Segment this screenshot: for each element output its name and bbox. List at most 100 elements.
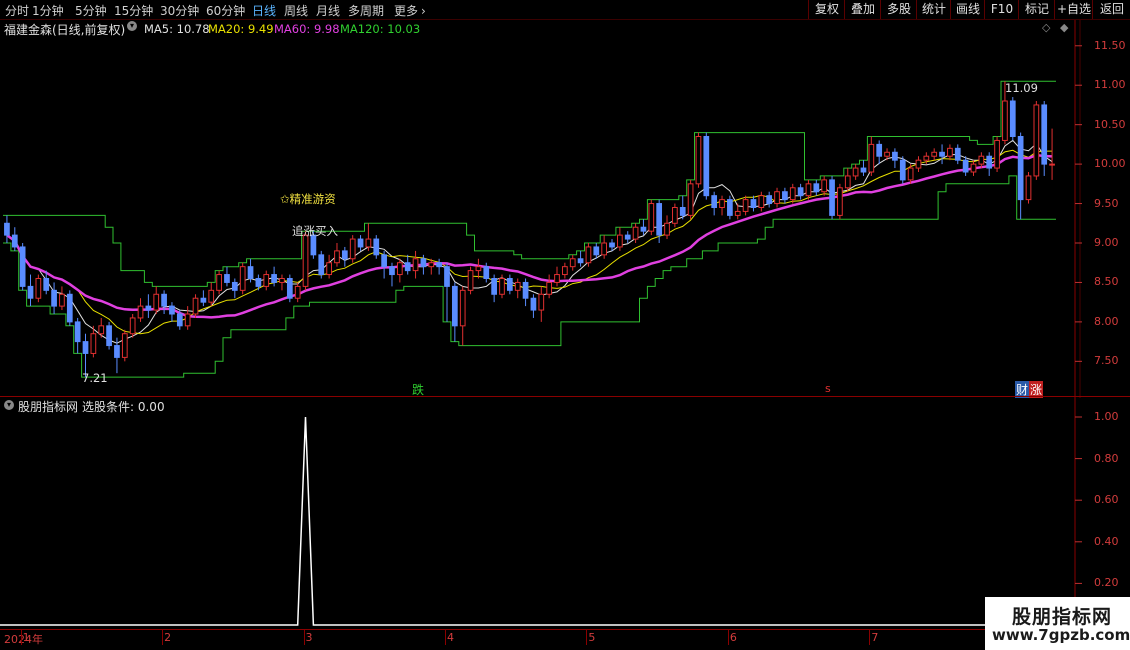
indicator-chart[interactable]: [0, 397, 1130, 629]
candle-up: [852, 167, 859, 177]
candle-down: [231, 281, 238, 291]
candle-down: [19, 246, 26, 287]
candle-down: [74, 321, 81, 343]
candle-up: [279, 278, 285, 283]
candle-down: [506, 278, 513, 291]
candle-down: [43, 278, 50, 291]
candle-up: [412, 258, 419, 272]
candle-down: [711, 195, 718, 209]
candle-down: [656, 203, 663, 236]
candle-up: [672, 207, 678, 224]
period-day[interactable]: 日线: [252, 2, 276, 19]
candle-up: [1033, 104, 1040, 177]
candle-up: [1002, 100, 1008, 141]
s-marker[interactable]: s: [825, 382, 831, 395]
candle-up: [475, 266, 482, 272]
candle-down: [750, 199, 757, 209]
candle-up: [994, 139, 1000, 169]
candle-up: [978, 155, 985, 165]
candle-up: [129, 317, 136, 335]
candle-down: [161, 293, 167, 307]
dropdown-circle-icon[interactable]: ▾: [127, 21, 137, 31]
candle-down: [169, 305, 175, 315]
mark-button[interactable]: 标记: [1018, 0, 1055, 19]
candle-down: [727, 199, 733, 216]
candle-down: [404, 262, 411, 272]
multi-stock-button[interactable]: 多股: [880, 0, 917, 19]
period-multi[interactable]: 多周期: [348, 2, 384, 19]
ma60-legend: MA60: 9.98: [274, 22, 340, 36]
candle-up: [837, 187, 843, 216]
candle-up: [632, 226, 639, 240]
candle-up: [719, 199, 725, 209]
period-more[interactable]: 更多 ›: [394, 2, 426, 19]
month-label: 2: [164, 631, 172, 644]
candle-up: [585, 246, 592, 264]
period-5min[interactable]: 5分钟: [75, 2, 107, 19]
candle-down: [4, 222, 10, 236]
ma120-legend: MA120: 10.03: [340, 22, 421, 36]
candle-down: [145, 305, 152, 311]
indicator-tick-label: 0.20: [1094, 576, 1119, 590]
period-month[interactable]: 月线: [316, 2, 340, 19]
overlay-button[interactable]: 叠加: [844, 0, 881, 19]
period-fenshi[interactable]: 分时: [5, 2, 29, 19]
watermark-url: www.7gpzb.com: [992, 626, 1130, 644]
candle-up: [294, 285, 301, 299]
period-1min[interactable]: 1分钟: [32, 2, 64, 19]
month-tick: [20, 629, 22, 645]
candle-down: [444, 266, 450, 287]
price-tick-label: 11.50: [1094, 38, 1126, 52]
candle-down: [939, 151, 945, 157]
candlestick-chart[interactable]: [0, 20, 1130, 398]
candle-up: [844, 175, 851, 189]
stock-title[interactable]: 福建金森(日线,前复权): [4, 21, 125, 38]
diamond-icon[interactable]: ◇: [1042, 21, 1050, 34]
candle-down: [530, 297, 537, 311]
candle-down: [224, 274, 230, 283]
candle-up: [554, 274, 560, 283]
indicator-tick-label: 0.60: [1094, 493, 1119, 507]
candle-up: [970, 163, 977, 173]
candle-down: [954, 147, 961, 161]
period-15min[interactable]: 15分钟: [114, 2, 153, 19]
period-60min[interactable]: 60分钟: [206, 2, 245, 19]
restore-rights-button[interactable]: 复权: [808, 0, 845, 19]
candle-up: [884, 151, 890, 157]
candle-up: [789, 187, 796, 201]
indicator-line: [0, 416, 1075, 626]
candle-down: [373, 238, 380, 256]
add-favorite-button[interactable]: +自选: [1054, 0, 1093, 19]
month-label: 1: [22, 631, 30, 644]
indicator-title[interactable]: 股朋指标网: [18, 398, 78, 415]
candle-up: [947, 147, 953, 157]
statistics-button[interactable]: 统计: [916, 0, 951, 19]
candle-down: [703, 136, 710, 197]
month-tick: [162, 629, 164, 645]
collapse-icon[interactable]: ◆: [1060, 21, 1068, 34]
candle-down: [491, 278, 497, 295]
indicator-tick-label: 0.40: [1094, 534, 1119, 548]
candle-down: [341, 250, 348, 260]
candle-up: [742, 199, 749, 212]
candle-down: [381, 254, 387, 268]
draw-line-button[interactable]: 画线: [950, 0, 985, 19]
candle-up: [915, 159, 922, 169]
high-price-label: 11.09: [1005, 81, 1038, 95]
f10-button[interactable]: F10: [984, 0, 1019, 19]
candle-up: [326, 262, 332, 276]
ma20-legend: MA20: 9.49: [208, 22, 274, 36]
candle-down: [286, 278, 293, 299]
period-30min[interactable]: 30分钟: [160, 2, 199, 19]
candle-up: [868, 143, 875, 173]
candle-down: [593, 246, 600, 256]
period-more-label: 更多: [394, 4, 419, 18]
candle-up: [1049, 163, 1055, 166]
candle-down: [82, 341, 89, 354]
indicator-dropdown-icon[interactable]: ▾: [4, 400, 14, 410]
candle-down: [200, 297, 207, 303]
period-week[interactable]: 周线: [284, 2, 308, 19]
chase-buy-annotation: 追涨买入: [292, 224, 338, 238]
back-button[interactable]: 返回: [1092, 0, 1130, 19]
candle-up: [349, 238, 356, 260]
